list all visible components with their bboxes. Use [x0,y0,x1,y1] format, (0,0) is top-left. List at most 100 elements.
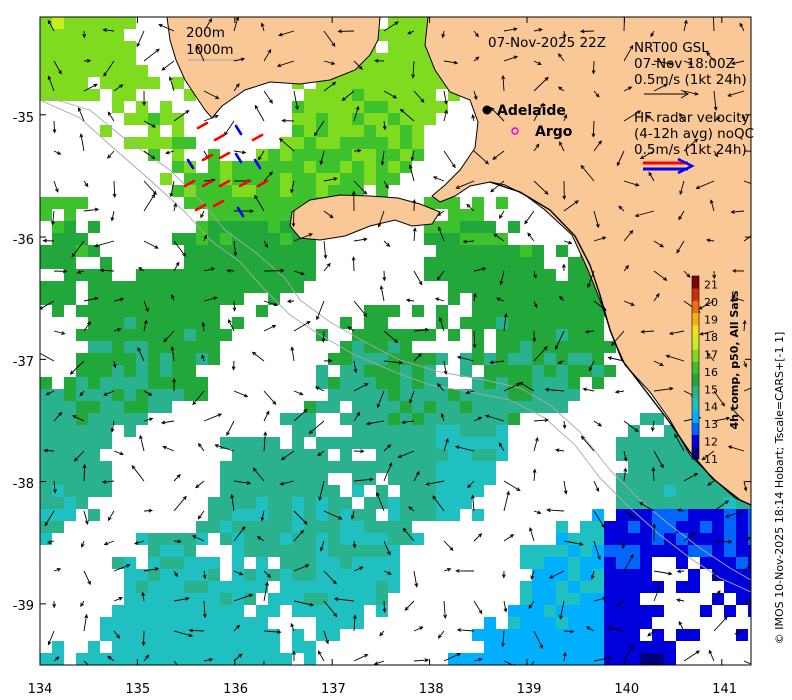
sst-pixel [628,629,640,641]
colorbar-swatches [692,276,699,460]
sst-pixel [472,437,484,449]
sst-pixel [616,521,628,533]
sst-pixel [112,641,124,653]
sst-pixel [40,509,52,521]
sst-pixel [88,437,100,449]
sst-pixel [556,557,568,569]
sst-pixel [532,281,544,293]
sst-pixel [88,353,100,365]
sst-pixel [268,161,280,173]
sst-pixel [316,173,328,185]
sst-pixel [316,557,328,569]
sst-pixel [64,485,76,497]
sst-pixel [112,101,124,113]
sst-pixel [328,101,340,113]
sst-pixel [268,473,280,485]
sst-pixel [148,581,160,593]
sst-pixel [532,365,544,377]
sst-pixel [400,413,412,425]
sst-pixel [340,497,352,509]
sst-pixel [208,305,220,317]
sst-pixel [616,641,628,653]
sst-pixel [388,161,400,173]
sst-pixel [280,281,292,293]
sst-pixel [220,209,232,221]
sst-pixel [220,629,232,641]
sst-pixel [472,293,484,305]
sst-pixel [352,593,364,605]
sst-pixel [424,353,436,365]
sst-pixel [412,461,424,473]
sst-pixel [364,437,376,449]
sst-pixel [352,365,364,377]
sst-pixel [328,533,340,545]
sst-pixel [556,521,568,533]
sst-pixel [664,509,676,521]
sst-pixel [352,137,364,149]
sst-pixel [136,401,148,413]
sst-pixel [136,353,148,365]
adelaide-marker [482,105,492,115]
sst-pixel [64,209,76,221]
sst-pixel [508,245,520,257]
sst-pixel [40,521,52,533]
sst-pixel [412,41,424,53]
sst-pixel [400,29,412,41]
sst-pixel [676,485,688,497]
sst-pixel [388,413,400,425]
sst-pixel [340,125,352,137]
sst-pixel [388,365,400,377]
sst-pixel [484,245,496,257]
sst-pixel [40,53,52,65]
sst-pixel [400,473,412,485]
sst-pixel [376,149,388,161]
sst-pixel [328,113,340,125]
sst-pixel [136,65,148,77]
sst-pixel [244,641,256,653]
x-tick-label: 140 [614,682,639,697]
sst-pixel [568,269,580,281]
sst-pixel [148,353,160,365]
sst-pixel [268,497,280,509]
sst-pixel [712,533,724,545]
sst-pixel [292,113,304,125]
sst-pixel [280,581,292,593]
sst-pixel [700,521,712,533]
sst-pixel [496,425,508,437]
sst-pixel [592,317,604,329]
sst-pixel [388,137,400,149]
sst-pixel [112,401,124,413]
sst-pixel [532,545,544,557]
sst-pixel [400,341,412,353]
sst-pixel [388,65,400,77]
sst-pixel [472,317,484,329]
sst-pixel [748,557,751,569]
sst-pixel [388,125,400,137]
sst-pixel [76,461,88,473]
y-tick-label: -36 [13,233,34,248]
sst-pixel [640,641,652,653]
sst-pixel [76,437,88,449]
sst-pixel [364,497,376,509]
sst-pixel [280,245,292,257]
sst-pixel [544,617,556,629]
sst-pixel [292,461,304,473]
sst-pixel [280,593,292,605]
sst-pixel [256,257,268,269]
sst-pixel [124,77,136,89]
colorbar-tick-labels: 21 20 19 18 17 16 15 14 13 12 11 [704,279,718,466]
sst-pixel [244,497,256,509]
sst-pixel [556,641,568,653]
sst-pixel [148,137,160,149]
sst-pixel [124,629,136,641]
sst-pixel [352,569,364,581]
sst-pixel [388,425,400,437]
sst-pixel [400,377,412,389]
sst-pixel [604,581,616,593]
sst-pixel [556,317,568,329]
sst-pixel [232,521,244,533]
sst-pixel [364,377,376,389]
sst-pixel [664,437,676,449]
sst-pixel [76,269,88,281]
sst-pixel [400,53,412,65]
